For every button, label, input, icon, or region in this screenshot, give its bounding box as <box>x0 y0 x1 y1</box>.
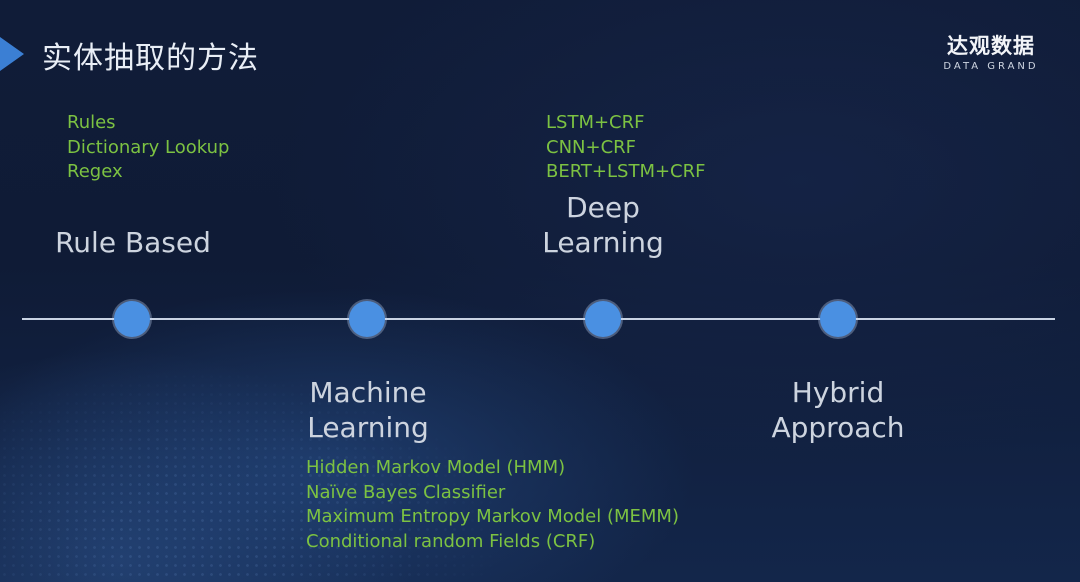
method-item: LSTM+CRF <box>546 112 645 133</box>
method-item: Hidden Markov Model (HMM) <box>306 457 566 478</box>
method-item: Maximum Entropy Markov Model (MEMM) <box>306 506 679 527</box>
method-item: BERT+LSTM+CRF <box>546 161 706 182</box>
timeline-line <box>22 318 1055 320</box>
method-item: Naïve Bayes Classifier <box>306 481 506 503</box>
stage-label-deep-learning: Deep Learning <box>503 190 703 260</box>
stage-label-line: Learning <box>542 226 664 259</box>
method-list-deep-learning: LSTM+CRF CNN+CRF BERT+LSTM+CRF <box>546 111 706 185</box>
stage-label-line: Rule Based <box>55 226 211 259</box>
timeline-node-rule-based <box>114 301 150 337</box>
title-arrow-icon <box>0 37 24 71</box>
timeline-node-deep-learning <box>585 301 621 337</box>
stage-label-line: Hybrid <box>791 376 885 409</box>
slide: 实体抽取的方法 达观数据 DATA GRAND Rule Based Rules… <box>0 0 1080 582</box>
logo-name-en: DATA GRAND <box>943 61 1039 72</box>
stage-label-hybrid-approach: Hybrid Approach <box>738 375 938 445</box>
stage-label-line: Deep <box>566 191 640 224</box>
stage-label-line: Approach <box>771 411 905 444</box>
company-logo: 达观数据 DATA GRAND <box>936 32 1046 74</box>
method-list-rule-based: Rules Dictionary Lookup Regex <box>67 111 229 185</box>
method-list-machine-learning: Hidden Markov Model (HMM) Naïve Bayes Cl… <box>306 456 679 554</box>
method-item: Regex <box>67 161 123 182</box>
method-item: Dictionary Lookup <box>67 136 230 158</box>
timeline-node-machine-learning <box>349 301 385 337</box>
stage-label-line: Machine <box>309 376 427 409</box>
logo-name-cn: 达观数据 <box>947 34 1035 58</box>
slide-title: 实体抽取的方法 <box>42 41 259 76</box>
stage-label-rule-based: Rule Based <box>33 225 233 260</box>
stage-label-line: Learning <box>307 411 429 444</box>
method-item: Rules <box>67 112 116 133</box>
method-item: CNN+CRF <box>546 136 637 158</box>
timeline-node-hybrid-approach <box>820 301 856 337</box>
stage-label-machine-learning: Machine Learning <box>268 375 468 445</box>
method-item: Conditional random Fields (CRF) <box>306 530 596 552</box>
